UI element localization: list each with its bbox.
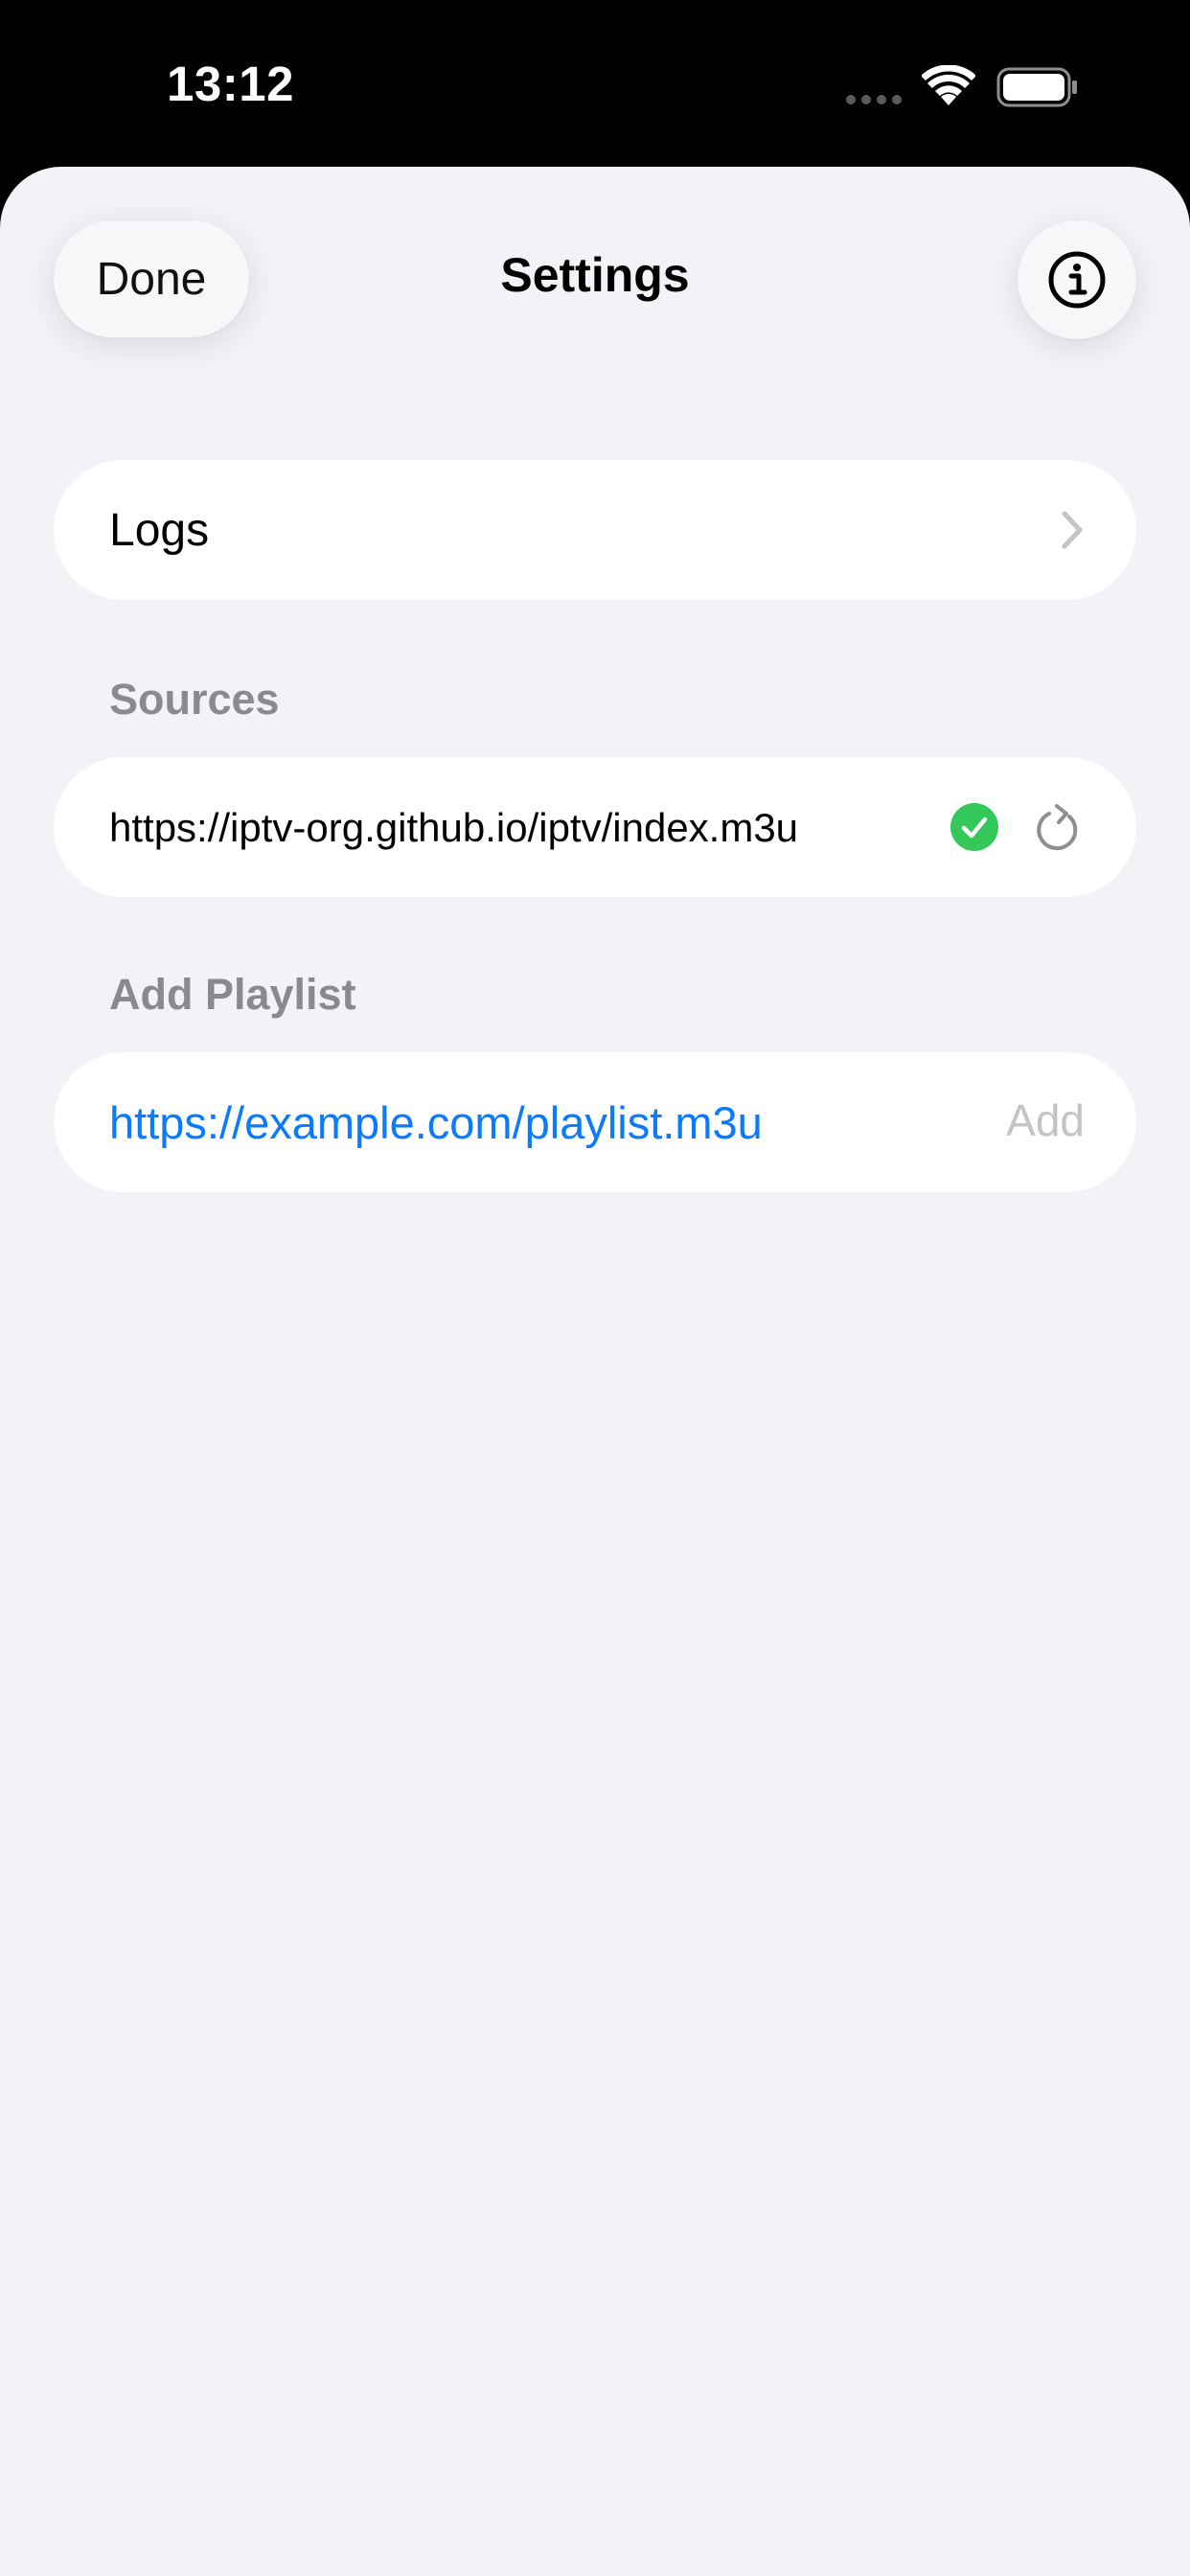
logs-row[interactable]: Logs [54, 460, 1136, 600]
info-circle-icon [1048, 251, 1106, 309]
sources-section-header: Sources [109, 675, 280, 724]
add-playlist-section-header: Add Playlist [109, 970, 356, 1019]
battery-icon [996, 67, 1077, 107]
status-bar: 13:12 [0, 0, 1190, 167]
wifi-icon [922, 65, 975, 105]
refresh-icon[interactable] [1033, 803, 1083, 855]
chevron-right-icon [1062, 511, 1083, 549]
page-title: Settings [500, 248, 690, 302]
add-playlist-row: Add [54, 1052, 1136, 1192]
add-button[interactable]: Add [1006, 1094, 1085, 1146]
info-button[interactable] [1018, 220, 1136, 339]
settings-sheet: Done Settings Logs Sources https://iptv-… [0, 167, 1190, 2576]
source-url: https://iptv-org.github.io/iptv/index.m3… [109, 805, 799, 850]
logs-label: Logs [109, 505, 210, 556]
cellular-signal-icon [846, 95, 902, 104]
source-row[interactable]: https://iptv-org.github.io/iptv/index.m3… [54, 757, 1136, 897]
done-button[interactable]: Done [54, 220, 249, 337]
status-time: 13:12 [167, 57, 294, 111]
playlist-url-input[interactable] [109, 1089, 914, 1156]
checkmark-circle-icon [950, 803, 998, 851]
